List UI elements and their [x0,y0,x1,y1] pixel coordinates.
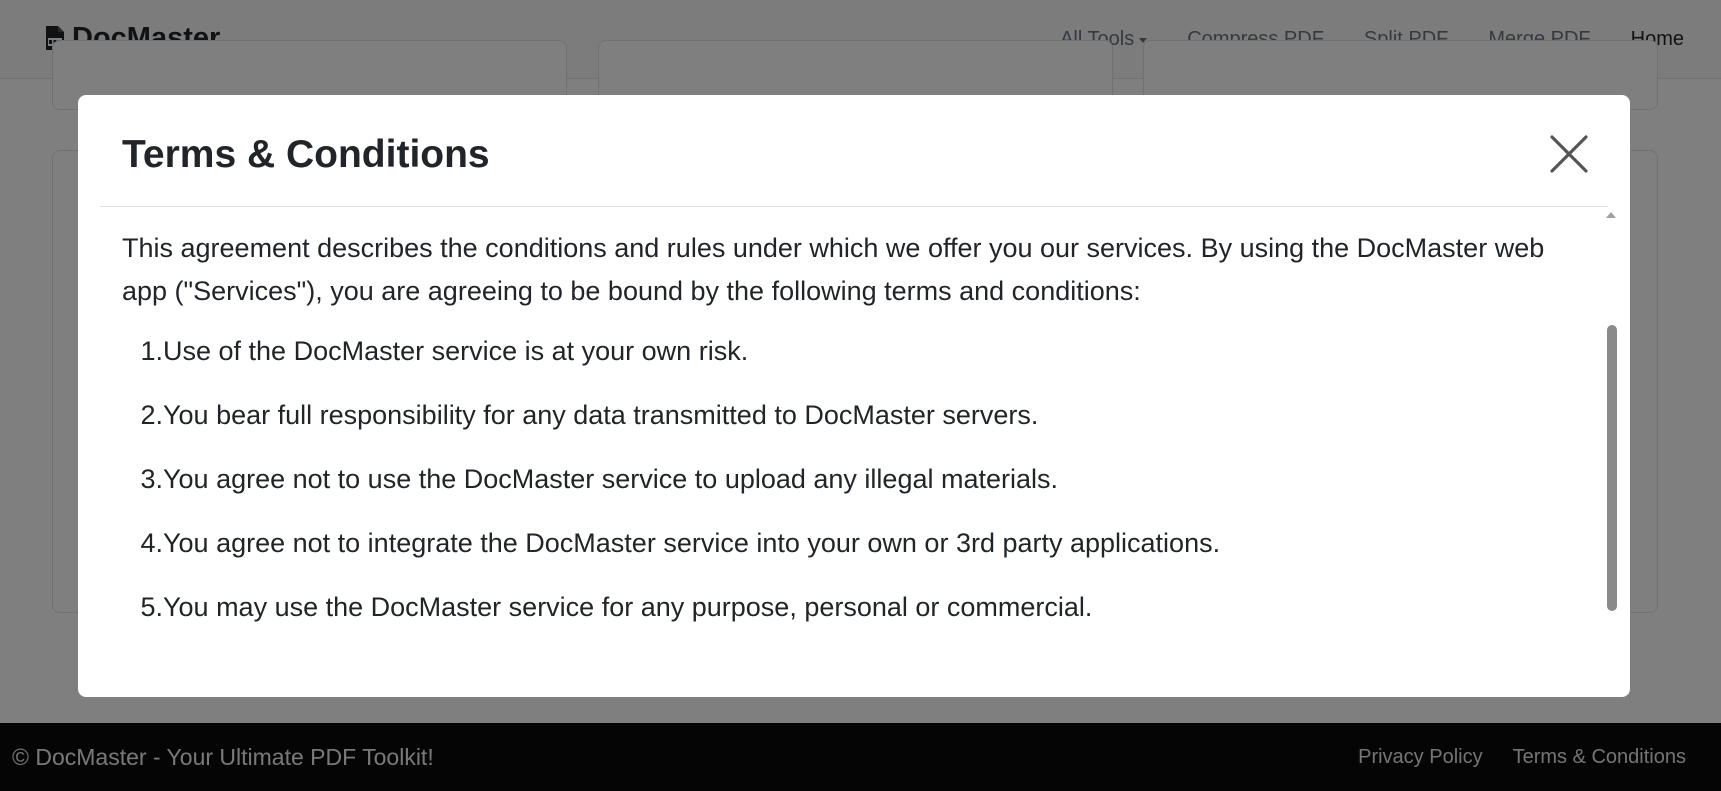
modal-header: Terms & Conditions [100,95,1608,207]
list-item: 5. You may use the DocMaster service for… [122,585,1562,649]
list-item: 2. You bear full responsibility for any … [122,393,1562,457]
list-item-text: You may use the DocMaster service for an… [163,592,1093,622]
list-item-number: 5. [140,592,163,622]
scroll-up-arrow-icon[interactable] [1606,212,1616,218]
list-item-text: Use of the DocMaster service is at your … [163,336,749,366]
list-item: 3. You agree not to use the DocMaster se… [122,457,1562,521]
close-icon [1550,135,1588,173]
list-item-text: You agree not to use the DocMaster servi… [163,464,1059,494]
terms-modal: Terms & Conditions This agreement descri… [78,95,1630,697]
scrollbar-thumb[interactable] [1607,325,1617,611]
list-item-text: You bear full responsibility for any dat… [163,400,1039,430]
list-item-number: 3. [140,464,163,494]
terms-intro: This agreement describes the conditions … [122,233,1545,306]
terms-list: 1. Use of the DocMaster service is at yo… [122,329,1562,649]
list-item-number: 1. [140,336,163,366]
list-item-number: 2. [140,400,163,430]
modal-title: Terms & Conditions [122,133,490,176]
close-button[interactable] [1548,133,1590,175]
list-item-number: 4. [140,528,163,558]
list-item: 1. Use of the DocMaster service is at yo… [122,329,1562,393]
modal-body[interactable]: This agreement describes the conditions … [122,215,1562,685]
modal-scrollbar[interactable] [1602,208,1620,697]
list-item-text: You agree not to integrate the DocMaster… [163,528,1221,558]
list-item: 4. You agree not to integrate the DocMas… [122,521,1562,585]
